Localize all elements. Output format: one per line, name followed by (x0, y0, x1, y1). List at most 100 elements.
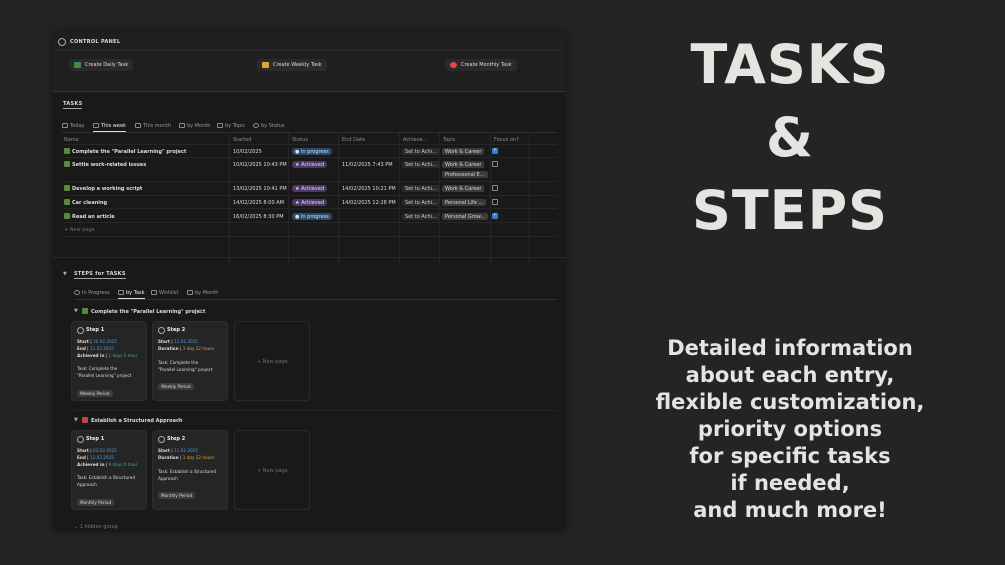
topic-tag: Personal Life ... (442, 199, 487, 206)
set-to-achieve-button[interactable]: Set to Achi... (402, 199, 440, 206)
group-title[interactable]: Complete the "Parallel Learning" project (91, 309, 205, 315)
group-count: 2 (177, 418, 181, 424)
hero-subtitle-line: if needed, (730, 471, 850, 495)
status-badge: ● In progress (292, 148, 332, 155)
hero-subtitle-line: and much more! (693, 498, 887, 522)
collapse-toggle-icon[interactable]: ▼ (63, 271, 67, 277)
hero-subtitle-line: flexible customization, (655, 390, 925, 414)
calendar-icon (135, 123, 141, 128)
board-icon (217, 123, 223, 128)
topic-tag: Work & Career (442, 148, 485, 155)
column-header-status[interactable]: Status (292, 137, 308, 143)
tab-wishlist[interactable]: Wishlist (151, 290, 178, 296)
tab-by-status[interactable]: by Status (253, 123, 285, 129)
control-panel: CONTROL PANEL Create Daily Task Create W… (53, 31, 566, 91)
set-to-achieve-button[interactable]: Set to Achi... (402, 161, 440, 168)
hero-title: TASKS & STEPS (600, 28, 980, 247)
card-title: Step 2 (158, 436, 185, 443)
group-title[interactable]: Establish a Structured Approach (91, 418, 183, 424)
create-weekly-task-button[interactable]: Create Weekly Task (257, 59, 327, 71)
new-page-button[interactable]: + New page (64, 227, 95, 233)
set-to-achieve-button[interactable]: Set to Achi... (402, 148, 440, 155)
row-divider (62, 222, 557, 223)
set-to-achieve-button[interactable]: Set to Achi... (402, 213, 440, 220)
target-icon (450, 62, 457, 68)
status-badge: ★ Achieved (292, 199, 328, 206)
step-card[interactable]: Step 2 Start | 11.02.2025 Duration | 1 d… (152, 430, 228, 510)
row-divider (62, 236, 557, 237)
task-name[interactable]: Settle work-related issues (72, 162, 146, 168)
divider (62, 132, 557, 133)
focus-checkbox[interactable] (492, 161, 498, 167)
task-name[interactable]: Read an article (72, 214, 115, 220)
tab-by-task[interactable]: by Task (118, 290, 145, 299)
star-icon (253, 123, 259, 128)
notion-page-screenshot: CONTROL PANEL Create Daily Task Create W… (53, 31, 566, 531)
step-card[interactable]: Step 1 Start | 03.02.2025 End | 12.02.20… (71, 430, 147, 510)
tab-this-month[interactable]: This month (135, 123, 171, 129)
started-date: 13/02/2025 10:41 PM (233, 186, 287, 192)
task-name[interactable]: Car cleaning (72, 200, 107, 206)
board-icon (118, 290, 124, 295)
row-divider (62, 195, 557, 196)
topic-tag: Work & Career (442, 185, 485, 192)
started-date: 16/02/2025 8:30 PM (233, 214, 284, 220)
period-tag: Weekly Period (158, 383, 194, 390)
new-page-card[interactable]: + New page (234, 430, 310, 510)
period-tag: Monthly Period (158, 492, 196, 499)
started-date: 10/02/2025 10:43 PM (233, 162, 287, 168)
end-date: 14/02/2025 12:28 PM (342, 200, 396, 206)
hero-subtitle-line: priority options (697, 417, 883, 441)
circle-icon (74, 290, 80, 295)
link-icon (58, 38, 66, 46)
row-divider (62, 181, 557, 182)
new-page-card[interactable]: + New page (234, 321, 310, 401)
group-count: 2 (199, 309, 203, 315)
hero-subtitle-line: for specific tasks (689, 444, 891, 468)
divider (74, 299, 557, 300)
step-card[interactable]: Step 1 Start | 10.02.2025 End | 11.02.20… (71, 321, 147, 401)
column-header-name[interactable]: Name (64, 137, 79, 143)
create-monthly-task-button[interactable]: Create Monthly Task (445, 59, 517, 71)
tab-this-week[interactable]: This week (93, 123, 126, 132)
column-divider (490, 133, 491, 264)
tab-in-progress[interactable]: In Progress (74, 290, 110, 296)
tasks-section-label: TASKS (63, 101, 83, 109)
status-badge: ★ Achieved (292, 161, 328, 168)
set-to-achieve-button[interactable]: Set to Achi... (402, 185, 440, 192)
tab-by-month[interactable]: by Month (187, 290, 218, 296)
group-toggle-icon[interactable]: ▼ (74, 417, 78, 423)
started-date: 14/02/2025 8:00 AM (233, 200, 284, 206)
task-icon (64, 199, 70, 205)
create-daily-task-button[interactable]: Create Daily Task (69, 59, 134, 71)
column-header-started[interactable]: Started (233, 137, 251, 143)
column-header-topic[interactable]: Topic (443, 137, 456, 143)
focus-checkbox[interactable] (492, 212, 498, 219)
column-header-achieve[interactable]: Achieve... (403, 137, 428, 143)
hero-title-line: TASKS (690, 33, 890, 96)
hidden-group-toggle[interactable]: ⌄ 1 hidden group (74, 524, 118, 530)
column-header-focus[interactable]: Focus on? (494, 137, 519, 143)
row-divider (62, 157, 557, 158)
column-divider (338, 133, 339, 264)
hero-subtitle: Detailed information about each entry, f… (600, 335, 980, 524)
divider (74, 410, 557, 411)
topic-tag: Work & Career (442, 161, 485, 168)
row-divider (62, 144, 557, 145)
task-name[interactable]: Develop a working script (72, 186, 142, 192)
list-icon (151, 290, 157, 295)
task-name[interactable]: Complete the "Parallel Learning" project (72, 149, 186, 155)
step-card[interactable]: Step 2 Start | 11.02.2025 Duration | 1 d… (152, 321, 228, 401)
focus-checkbox[interactable] (492, 147, 498, 154)
column-header-end-date[interactable]: End Date (342, 137, 365, 143)
tab-by-topic[interactable]: by Topic (217, 123, 245, 129)
status-badge: ● In progress (292, 213, 332, 220)
tab-by-month[interactable]: by Month (179, 123, 210, 129)
tab-today[interactable]: Today (62, 123, 84, 129)
column-divider (399, 133, 400, 264)
card-title: Step 2 (158, 327, 185, 334)
group-toggle-icon[interactable]: ▼ (74, 308, 78, 314)
focus-checkbox[interactable] (492, 185, 498, 191)
column-divider (229, 133, 230, 264)
focus-checkbox[interactable] (492, 199, 498, 205)
